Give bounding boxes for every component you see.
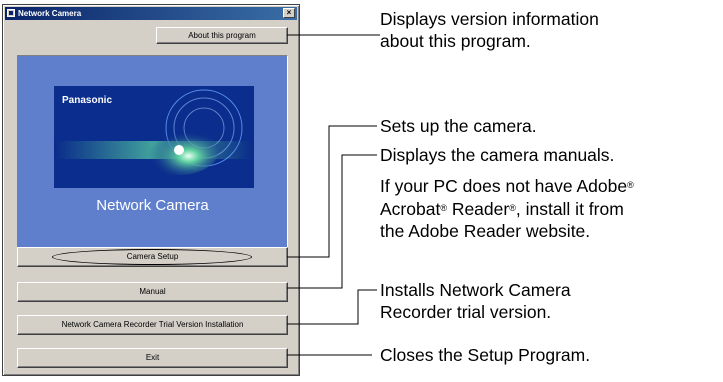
about-callout: Displays version information about this … (380, 8, 599, 52)
setup-leader (287, 125, 377, 258)
adobe-callout: If your PC does not have Adobe® Acrobat®… (380, 174, 634, 242)
setup-callout: Sets up the camera. (380, 116, 537, 136)
adobe-line-3: the Adobe Reader website. (380, 221, 591, 241)
recorder-callout: Installs Network Camera Recorder trial v… (380, 279, 571, 323)
manual-leader (287, 154, 377, 289)
manual-callout: Displays the camera manuals. (380, 145, 615, 165)
recorder-leader (287, 289, 377, 325)
adobe-line-1: If your PC does not have Adobe® (380, 176, 634, 196)
adobe-line-2: Acrobat® Reader®, install it from (380, 199, 624, 219)
recorder-callout-line-2: Recorder trial version. (380, 302, 552, 322)
about-callout-line-2: about this program. (380, 31, 531, 51)
about-callout-line-1: Displays version information (380, 9, 599, 29)
exit-callout: Closes the Setup Program. (380, 345, 591, 365)
recorder-callout-line-1: Installs Network Camera (380, 280, 571, 300)
